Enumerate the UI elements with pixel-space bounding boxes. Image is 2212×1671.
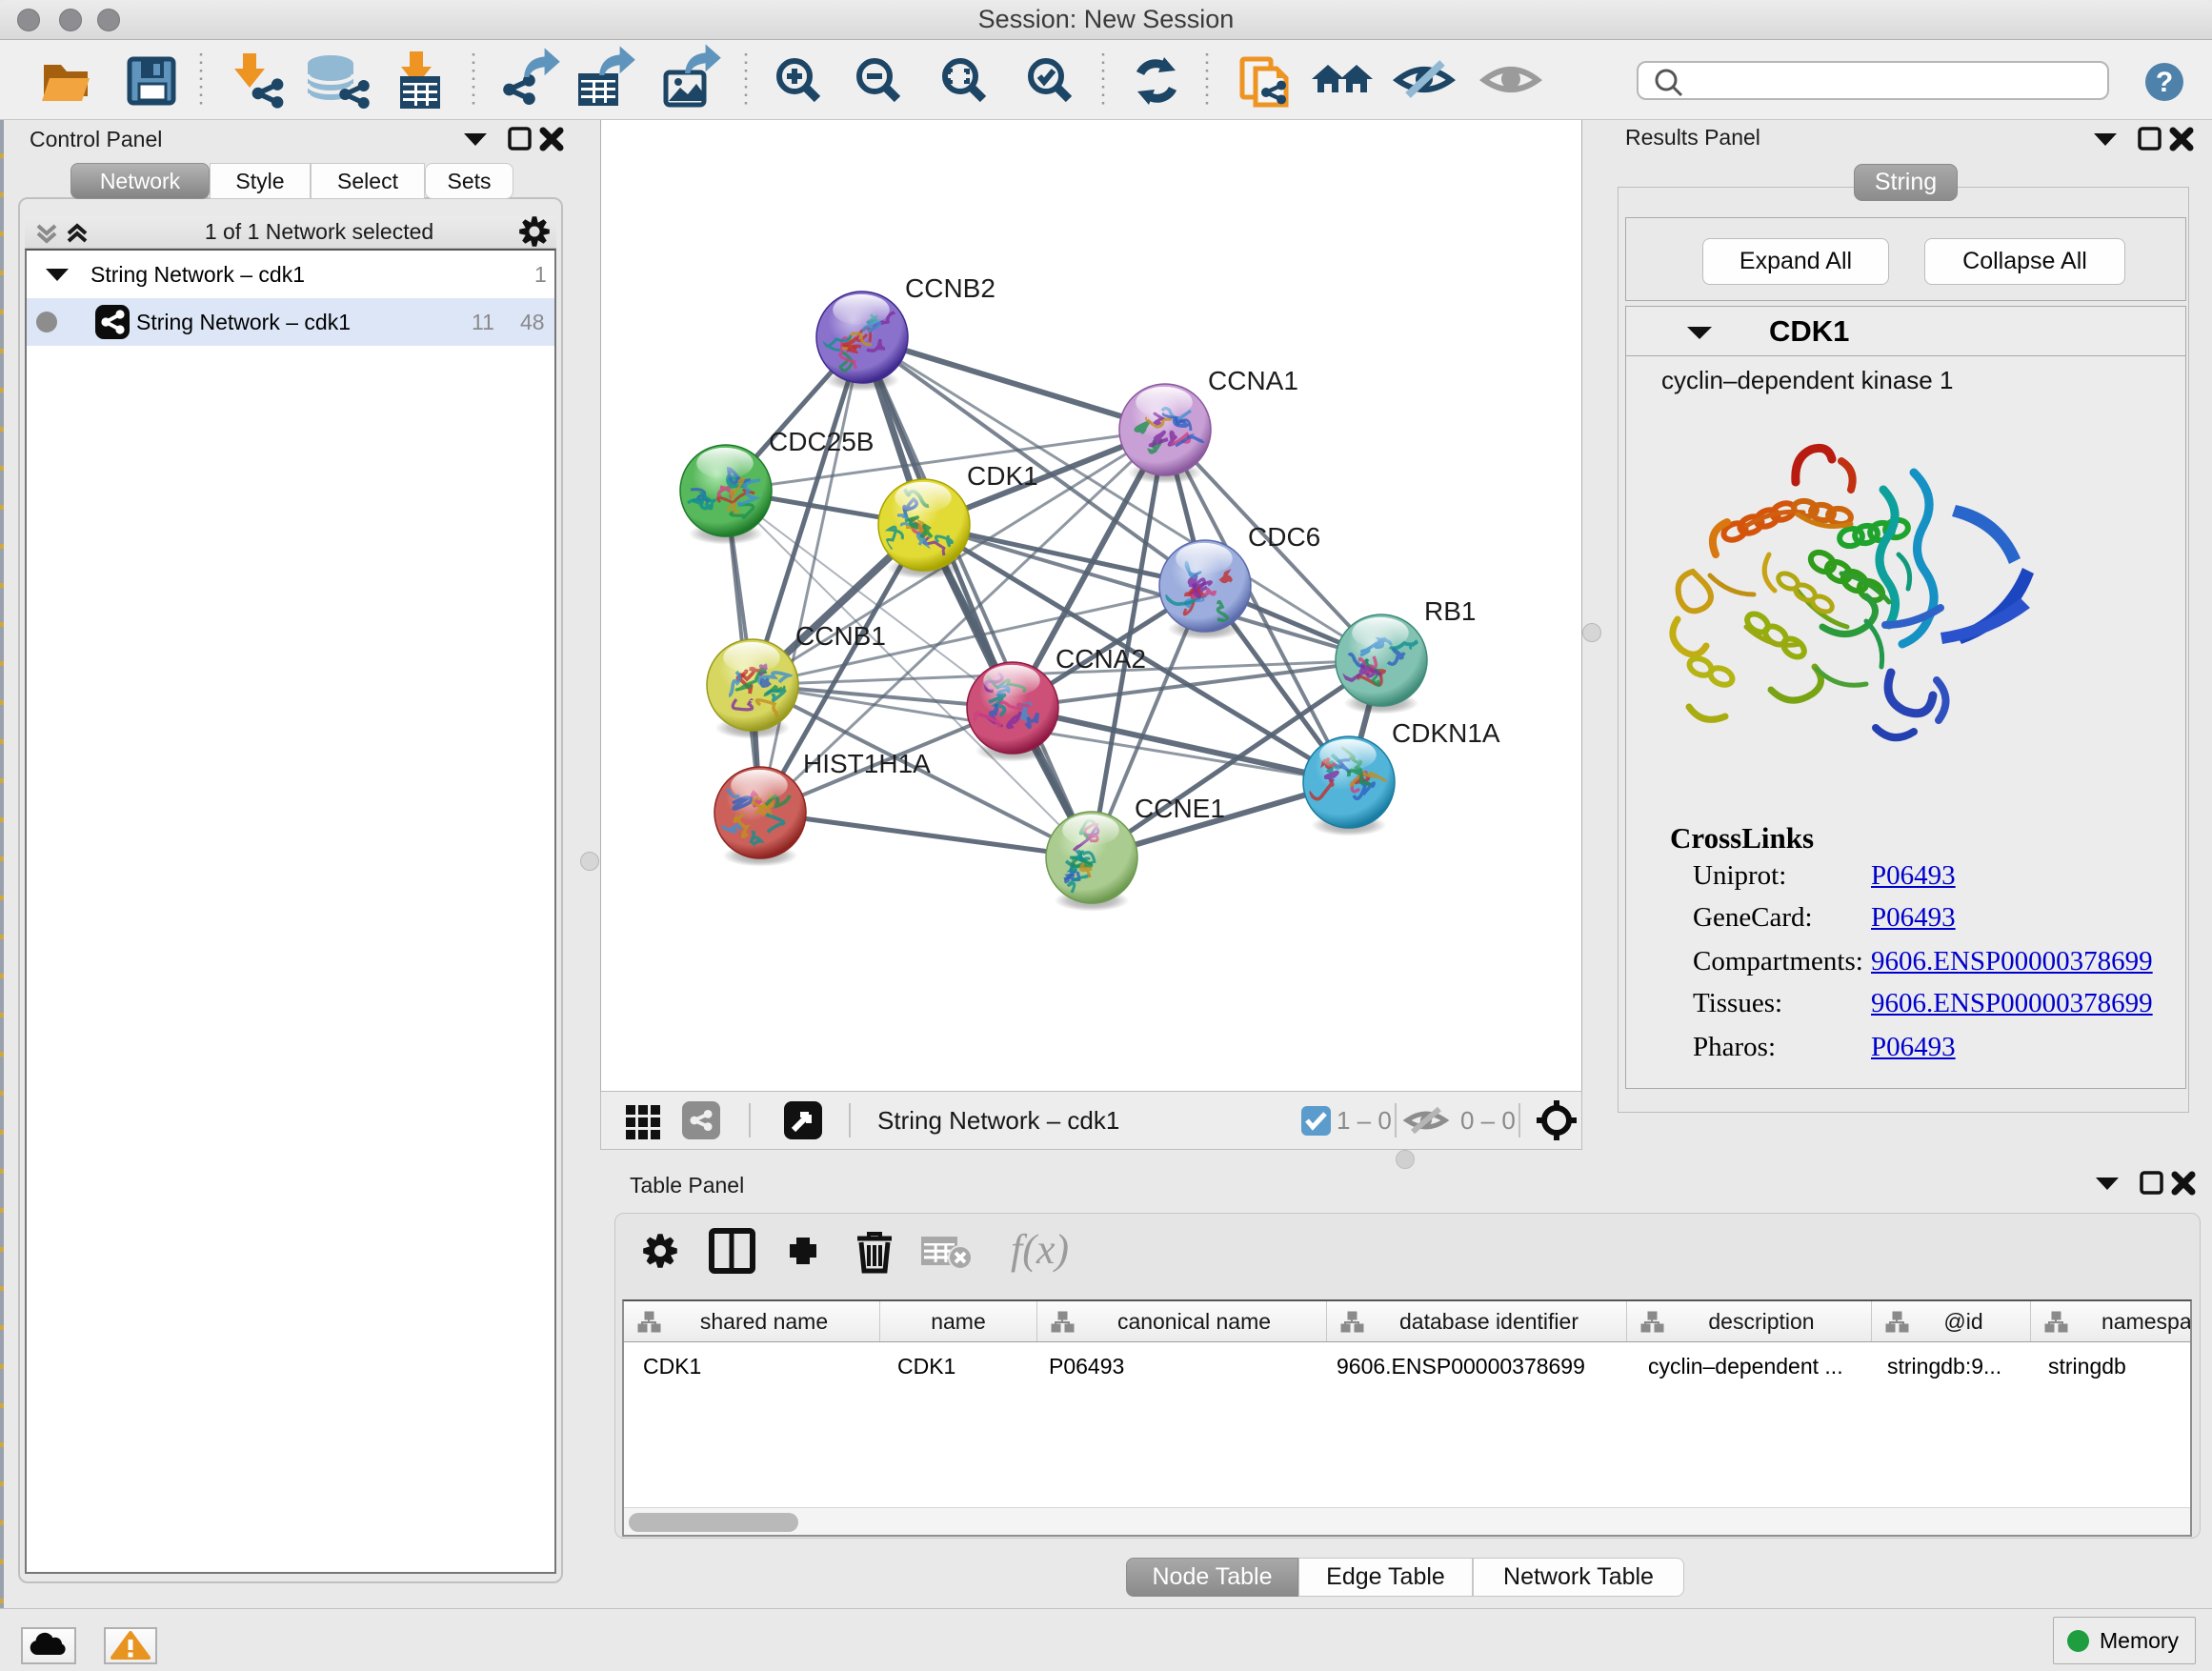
svg-text:CCNB2: CCNB2	[905, 273, 995, 303]
svg-text:1 – 0: 1 – 0	[1337, 1106, 1392, 1135]
svg-text:CDC25B: CDC25B	[769, 427, 874, 456]
svg-text:?: ?	[2156, 67, 2173, 98]
svg-text:CDK1: CDK1	[967, 461, 1038, 491]
svg-text:HIST1H1A: HIST1H1A	[803, 749, 931, 778]
svg-text:String Network – cdk1: String Network – cdk1	[877, 1106, 1119, 1135]
svg-text:CDKN1A: CDKN1A	[1392, 718, 1500, 748]
svg-text:CCNA1: CCNA1	[1208, 366, 1298, 395]
svg-text:CCNE1: CCNE1	[1135, 794, 1225, 823]
svg-text:CDC6: CDC6	[1248, 522, 1320, 552]
svg-text:CCNA2: CCNA2	[1056, 644, 1146, 674]
svg-text:0 – 0: 0 – 0	[1460, 1106, 1516, 1135]
svg-text:CCNB1: CCNB1	[795, 621, 886, 651]
svg-text:RB1: RB1	[1424, 596, 1476, 626]
svg-text:f(x): f(x)	[1011, 1226, 1069, 1273]
